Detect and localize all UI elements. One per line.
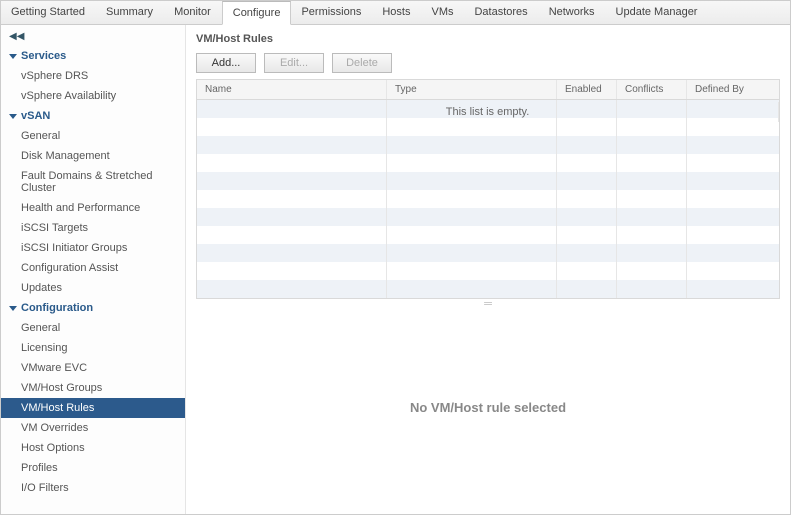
sidebar-item-updates[interactable]: Updates <box>1 278 185 298</box>
col-header-conflicts[interactable]: Conflicts <box>617 80 687 99</box>
table-row <box>197 154 779 172</box>
table-row <box>197 262 779 280</box>
sidebar-group-services[interactable]: Services <box>1 46 185 66</box>
table-row <box>197 226 779 244</box>
toolbar: Add... Edit... Delete <box>196 53 780 73</box>
table-row <box>197 280 779 298</box>
col-header-enabled[interactable]: Enabled <box>557 80 617 99</box>
tab-configure[interactable]: Configure <box>222 1 292 25</box>
table-row <box>197 136 779 154</box>
sidebar-group-label: vSAN <box>21 110 50 122</box>
sidebar-group-label: Configuration <box>21 302 93 314</box>
col-header-type[interactable]: Type <box>387 80 557 99</box>
sidebar-item-general[interactable]: General <box>1 318 185 338</box>
col-header-defined[interactable]: Defined By <box>687 80 779 99</box>
rules-table: Name Type Enabled Conflicts Defined By T… <box>196 79 780 299</box>
edit-button[interactable]: Edit... <box>264 53 324 73</box>
sidebar-group-configuration[interactable]: Configuration <box>1 298 185 318</box>
splitter-handle[interactable]: ═ <box>196 299 780 309</box>
main-panel: VM/Host Rules Add... Edit... Delete Name… <box>186 25 790 514</box>
sidebar: ◀◀ Services vSphere DRSvSphere Availabili… <box>1 25 186 514</box>
sidebar-item-iscsi-targets[interactable]: iSCSI Targets <box>1 218 185 238</box>
tab-datastores[interactable]: Datastores <box>464 1 538 24</box>
tab-hosts[interactable]: Hosts <box>372 1 421 24</box>
col-header-name[interactable]: Name <box>197 80 387 99</box>
sidebar-item-vm-host-groups[interactable]: VM/Host Groups <box>1 378 185 398</box>
sidebar-item-profiles[interactable]: Profiles <box>1 458 185 478</box>
sidebar-item-general[interactable]: General <box>1 126 185 146</box>
tab-summary[interactable]: Summary <box>96 1 164 24</box>
caret-down-icon <box>9 114 17 119</box>
top-tab-bar: Getting StartedSummaryMonitorConfigurePe… <box>1 1 790 25</box>
sidebar-item-vsphere-drs[interactable]: vSphere DRS <box>1 66 185 86</box>
tab-update-manager[interactable]: Update Manager <box>606 1 709 24</box>
empty-list-message: This list is empty. <box>197 102 779 122</box>
sidebar-item-i-o-filters[interactable]: I/O Filters <box>1 478 185 498</box>
detail-panel-empty: No VM/Host rule selected <box>196 309 780 506</box>
tab-networks[interactable]: Networks <box>539 1 606 24</box>
collapse-sidebar-icon[interactable]: ◀◀ <box>1 31 185 46</box>
caret-down-icon <box>9 54 17 59</box>
sidebar-item-vmware-evc[interactable]: VMware EVC <box>1 358 185 378</box>
sidebar-item-vm-overrides[interactable]: VM Overrides <box>1 418 185 438</box>
page-title: VM/Host Rules <box>196 33 780 45</box>
delete-button[interactable]: Delete <box>332 53 392 73</box>
table-row <box>197 208 779 226</box>
sidebar-item-disk-management[interactable]: Disk Management <box>1 146 185 166</box>
table-row: This list is empty. <box>197 100 779 118</box>
table-header: Name Type Enabled Conflicts Defined By <box>197 80 779 100</box>
tab-vms[interactable]: VMs <box>421 1 464 24</box>
sidebar-item-vm-host-rules[interactable]: VM/Host Rules <box>1 398 185 418</box>
tab-monitor[interactable]: Monitor <box>164 1 222 24</box>
sidebar-item-health-and-performance[interactable]: Health and Performance <box>1 198 185 218</box>
sidebar-group-label: Services <box>21 50 66 62</box>
table-row <box>197 172 779 190</box>
sidebar-group-vsan[interactable]: vSAN <box>1 106 185 126</box>
tab-permissions[interactable]: Permissions <box>291 1 372 24</box>
sidebar-item-vsphere-availability[interactable]: vSphere Availability <box>1 86 185 106</box>
add-button[interactable]: Add... <box>196 53 256 73</box>
sidebar-item-licensing[interactable]: Licensing <box>1 338 185 358</box>
sidebar-item-iscsi-initiator-groups[interactable]: iSCSI Initiator Groups <box>1 238 185 258</box>
tab-getting-started[interactable]: Getting Started <box>1 1 96 24</box>
layout: ◀◀ Services vSphere DRSvSphere Availabili… <box>1 25 790 514</box>
table-row <box>197 190 779 208</box>
caret-down-icon <box>9 306 17 311</box>
sidebar-item-fault-domains-stretched-cluster[interactable]: Fault Domains & Stretched Cluster <box>1 166 185 198</box>
table-row <box>197 244 779 262</box>
sidebar-item-host-options[interactable]: Host Options <box>1 438 185 458</box>
sidebar-item-configuration-assist[interactable]: Configuration Assist <box>1 258 185 278</box>
